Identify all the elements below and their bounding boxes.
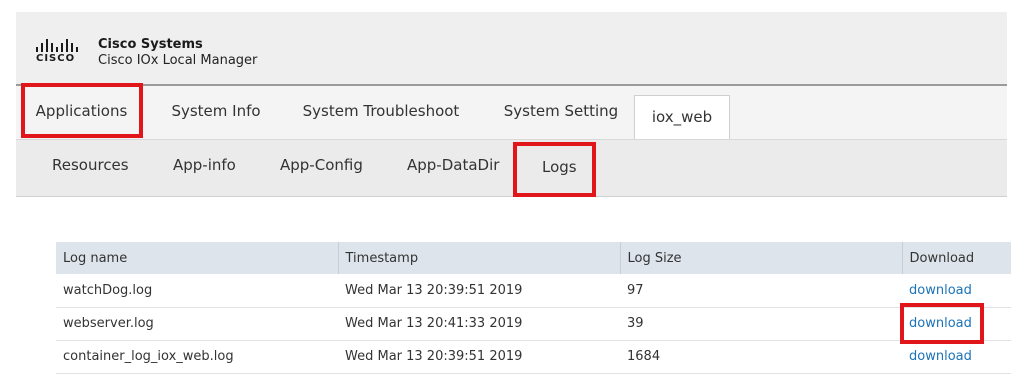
logs-table: Log name Timestamp Log Size Download wat… xyxy=(56,242,1011,374)
log-name-cell: watchDog.log xyxy=(56,274,338,308)
subtab-app-datadir[interactable]: App-DataDir xyxy=(407,140,499,196)
log-name-cell: container_log_iox_web.log xyxy=(56,340,338,374)
subtab-app-info[interactable]: App-info xyxy=(173,140,236,196)
log-size-cell: 97 xyxy=(620,274,902,308)
iox-local-manager: CISCO Cisco Systems Cisco IOx Local Mana… xyxy=(16,12,1011,392)
download-link[interactable]: download xyxy=(909,283,972,298)
tab-iox-web[interactable]: iox_web xyxy=(634,95,730,139)
column-header-log-size[interactable]: Log Size xyxy=(619,242,902,274)
column-header-timestamp[interactable]: Timestamp xyxy=(337,242,620,274)
download-cell: download xyxy=(902,307,1011,341)
sub-tab-bar: Resources App-info App-Config App-DataDi… xyxy=(16,139,1007,197)
main-tab-bar: Applications System Info System Troubles… xyxy=(16,84,1007,139)
cisco-logo: CISCO xyxy=(36,38,88,68)
download-cell: download xyxy=(902,274,1011,308)
timestamp-cell: Wed Mar 13 20:39:51 2019 xyxy=(338,274,620,308)
column-header-log-name[interactable]: Log name xyxy=(56,242,338,274)
logs-content: Log name Timestamp Log Size Download wat… xyxy=(16,197,1011,392)
header: CISCO Cisco Systems Cisco IOx Local Mana… xyxy=(16,12,1007,84)
log-name-cell: webserver.log xyxy=(56,307,338,341)
download-link[interactable]: download xyxy=(909,349,972,364)
log-size-cell: 1684 xyxy=(620,340,902,374)
tab-applications[interactable]: Applications xyxy=(24,86,139,139)
subtab-resources[interactable]: Resources xyxy=(52,140,129,196)
log-size-cell: 39 xyxy=(620,307,902,341)
download-link[interactable]: download xyxy=(909,316,972,331)
subtab-app-config[interactable]: App-Config xyxy=(280,140,363,196)
tab-system-troubleshoot[interactable]: System Troubleshoot xyxy=(291,86,471,139)
tab-system-setting[interactable]: System Setting xyxy=(491,86,631,139)
table-row: container_log_iox_web.log Wed Mar 13 20:… xyxy=(56,340,1011,374)
table-row: webserver.log Wed Mar 13 20:41:33 2019 3… xyxy=(56,307,1011,341)
tab-system-info[interactable]: System Info xyxy=(156,86,276,139)
product-name: Cisco IOx Local Manager xyxy=(98,53,258,68)
timestamp-cell: Wed Mar 13 20:41:33 2019 xyxy=(338,307,620,341)
download-cell: download xyxy=(902,340,1011,374)
column-header-download[interactable]: Download xyxy=(901,242,1011,274)
subtab-logs[interactable]: Logs xyxy=(542,140,577,196)
company-name: Cisco Systems xyxy=(98,37,203,52)
timestamp-cell: Wed Mar 13 20:39:51 2019 xyxy=(338,340,620,374)
brand: Cisco Systems Cisco IOx Local Manager xyxy=(98,37,257,69)
table-header-row: Log name Timestamp Log Size Download xyxy=(56,242,1011,274)
table-row: watchDog.log Wed Mar 13 20:39:51 2019 97… xyxy=(56,274,1011,308)
